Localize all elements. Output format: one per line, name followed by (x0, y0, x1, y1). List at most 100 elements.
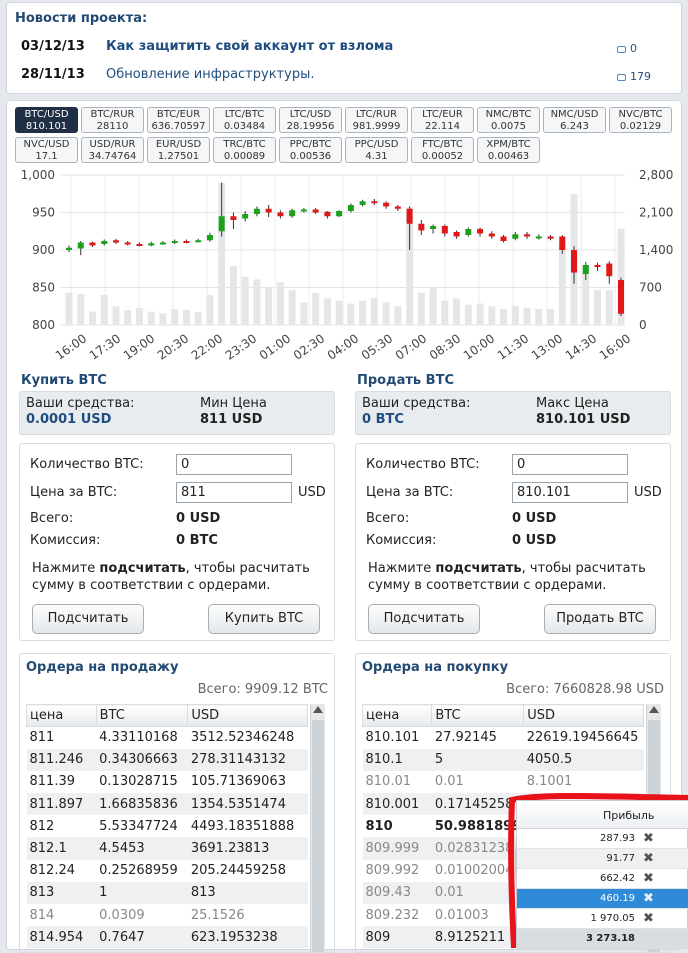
pair-tab-usd-rur[interactable]: USD/RUR 34.74764 (81, 137, 144, 163)
pair-name: EUR/USD (155, 139, 202, 150)
delete-icon[interactable]: ✖ (643, 851, 654, 866)
candle-body (265, 208, 272, 213)
table-row[interactable]: 812 5.53347724 4493.18351888 (27, 815, 308, 837)
table-cell: 0.13028715 (99, 774, 178, 790)
y2-tick-label: 2,100 (639, 206, 673, 220)
table-row[interactable]: 810.01 0.01 8.1001 (363, 771, 644, 793)
delete-icon[interactable]: ✖ (643, 831, 654, 846)
x-tick-label: 16:00 (53, 331, 89, 362)
table-row[interactable]: 811 4.33110168 3512.52346248 (27, 727, 308, 749)
pair-tab-eur-usd[interactable]: EUR/USD 1.27501 (147, 137, 210, 163)
x-tick-label: 02:30 (291, 331, 327, 362)
pair-tab-ftc-btc[interactable]: FTC/BTC 0.00052 (411, 137, 474, 163)
table-row[interactable]: 811.897 1.66835836 1354.5351474 (26, 793, 308, 816)
news-link[interactable]: Обновление инфраструктуры. (106, 67, 314, 82)
profit-row[interactable]: 460.19 ✖ (517, 889, 688, 909)
column-header[interactable]: BTC (95, 704, 189, 727)
candle-body (453, 232, 460, 237)
delete-icon[interactable]: ✖ (643, 891, 654, 906)
scroll-thumb[interactable] (312, 720, 324, 952)
table-row[interactable]: 814 0.0309 25.1526 (27, 904, 308, 926)
candle-body (418, 223, 425, 231)
news-comments-count[interactable]: 0 (617, 42, 667, 55)
funds-value[interactable]: 0.0001 USD (26, 412, 111, 427)
table-cell: 0.0309 (99, 907, 145, 923)
pair-tab-btc-eur[interactable]: BTC/EUR 636.70597 (147, 107, 210, 133)
volume-bar (124, 310, 132, 325)
volume-bar (464, 304, 472, 325)
pair-tab-nvc-usd[interactable]: NVC/USD 17.1 (15, 137, 78, 163)
table-cell: 813 (187, 881, 308, 904)
sell-title: Продать BTC (357, 373, 454, 388)
pair-tab-btc-usd[interactable]: BTC/USD 810.101 (15, 107, 78, 133)
volume-bar (88, 311, 96, 325)
table-row[interactable]: 812.24 0.25268959 205.24459258 (27, 860, 308, 882)
table-row[interactable]: 810.1 5 4050.5 (362, 748, 644, 771)
total-label: Всего: (366, 511, 410, 526)
pair-tab-ppc-usd[interactable]: PPC/USD 4.31 (345, 137, 408, 163)
buy-btc-button[interactable]: Купить BTC (208, 604, 320, 634)
profit-row[interactable]: 91.77 ✖ (517, 849, 688, 869)
pair-tab-nmc-usd[interactable]: NMC/USD 6.243 (543, 107, 606, 133)
fee-label: Комиссия: (366, 533, 437, 548)
news-comments-count[interactable]: 179 (617, 70, 667, 83)
column-header[interactable]: цена (361, 704, 433, 727)
table-row[interactable]: 811.39 0.13028715 105.71369063 (27, 771, 308, 793)
price-chart: 800 0 850 700 900 1,400 950 2,100 1,000 2,800 16:0… (7, 165, 683, 365)
pair-tab-ltc-rur[interactable]: LTC/RUR 981.9999 (345, 107, 408, 133)
sell-btc-button[interactable]: Продать BTC (544, 604, 656, 634)
buy-qty-input[interactable] (176, 454, 292, 475)
pair-tab-btc-rur[interactable]: BTC/RUR 28110 (81, 107, 144, 133)
table-cell: 1 (96, 881, 188, 904)
funds-value[interactable]: 0 BTC (362, 412, 404, 427)
volume-bar (65, 292, 73, 325)
column-header[interactable]: USD (187, 704, 308, 727)
delete-icon[interactable]: ✖ (643, 871, 654, 886)
pair-tab-nvc-btc[interactable]: NVC/BTC 0.02129 (609, 107, 672, 133)
pair-tab-trc-btc[interactable]: TRC/BTC 0.00089 (213, 137, 276, 163)
volume-bar (288, 290, 296, 325)
column-header[interactable]: цена (26, 704, 97, 727)
candle-body (383, 202, 390, 207)
candle-body (66, 247, 72, 250)
news-link[interactable]: Как защитить свой аккаунт от взлома (106, 39, 393, 54)
table-row[interactable]: 810.101 27.92145 22619.19456645 (363, 727, 644, 749)
profit-row[interactable]: 662.42 ✖ (517, 869, 688, 889)
table-cell: 8.1001 (526, 774, 573, 790)
column-header[interactable]: USD (523, 704, 644, 727)
delete-icon[interactable]: ✖ (643, 911, 654, 926)
pair-tab-ppc-btc[interactable]: PPC/BTC 0.00536 (279, 137, 342, 163)
pair-rate: 0.03484 (223, 121, 266, 132)
candle-body (594, 265, 601, 267)
x-tick-label: 10:00 (461, 331, 497, 362)
chart-svg: 800 0 850 700 900 1,400 950 2,100 1,000 2,800 16:0… (21, 168, 674, 363)
table-row[interactable]: 811.246 0.34306663 278.31143132 (26, 748, 308, 771)
sell-qty-input[interactable] (512, 454, 628, 475)
table-row[interactable]: 814.954 0.7647 623.1953238 (26, 926, 308, 949)
volume-bar (300, 302, 308, 325)
table-row[interactable]: 813 1 813 (26, 881, 308, 904)
table-cell: 4.33110168 (99, 730, 178, 746)
pair-tab-ltc-usd[interactable]: LTC/USD 28.19956 (279, 107, 342, 133)
pair-tab-ltc-eur[interactable]: LTC/EUR 22.114 (411, 107, 474, 133)
calculate-button[interactable]: Подсчитать (368, 604, 480, 634)
buy-price-input[interactable] (176, 482, 292, 503)
scroll-up-icon[interactable] (313, 706, 323, 713)
candle-body (441, 226, 448, 234)
table-cell: 50.9881899 (434, 818, 522, 834)
profit-row[interactable]: 287.93 ✖ (517, 829, 688, 849)
table-row[interactable]: 812.1 4.5453 3691.23813 (26, 837, 308, 860)
volume-bar (370, 298, 378, 325)
table-cell: 809.992 (365, 863, 420, 879)
calculate-button[interactable]: Подсчитать (32, 604, 144, 634)
scrollbar[interactable] (310, 704, 325, 952)
scroll-up-icon[interactable] (649, 706, 659, 713)
column-header[interactable]: BTC (431, 704, 525, 727)
candle-body (500, 236, 507, 241)
profit-row[interactable]: 1 970.05 ✖ (517, 909, 688, 929)
pair-tab-nmc-btc[interactable]: NMC/BTC 0.0075 (477, 107, 540, 133)
pair-tab-xpm-btc[interactable]: XPM/BTC 0.00463 (477, 137, 540, 163)
volume-bar (500, 308, 508, 325)
pair-tab-ltc-btc[interactable]: LTC/BTC 0.03484 (213, 107, 276, 133)
sell-price-input[interactable] (512, 482, 628, 503)
